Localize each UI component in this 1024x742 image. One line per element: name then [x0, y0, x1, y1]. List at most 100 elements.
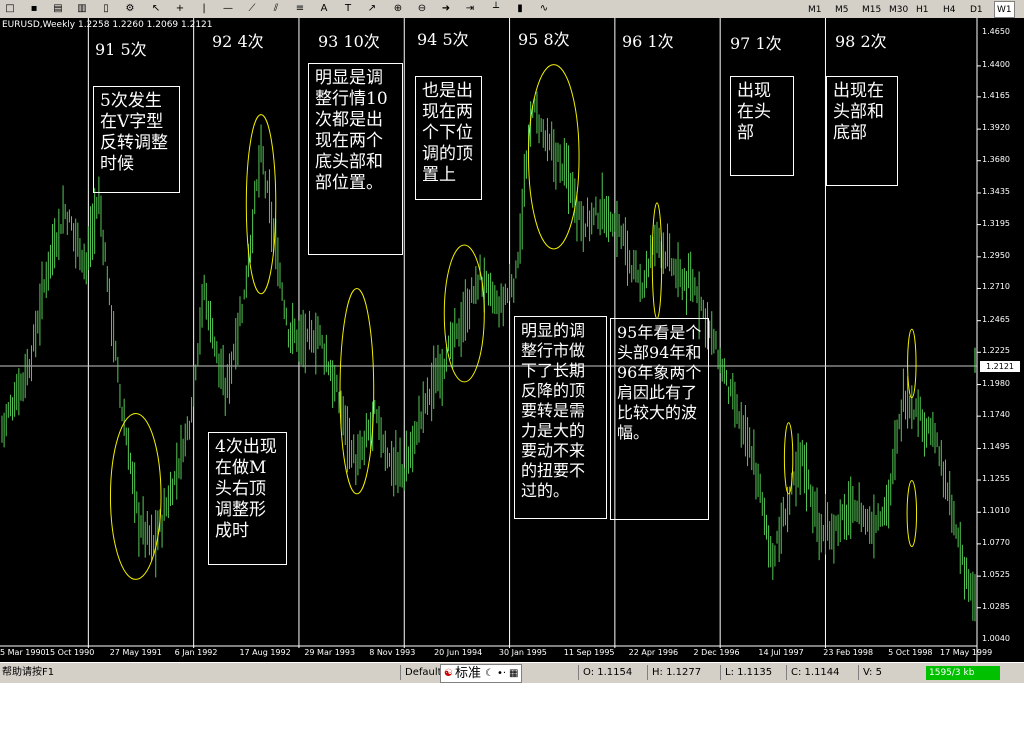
date-tick-label: 15 Oct 1990: [44, 648, 95, 657]
logo-badge[interactable]: ☯ 标准 ☾ •· ▦: [440, 664, 523, 683]
date-tick-label: 27 May 1991: [109, 648, 162, 657]
zoom-out-icon[interactable]: ⊖: [414, 1, 430, 16]
price-tick-label: 1.2710: [982, 282, 1010, 292]
ohlc-open: O: 1.1154: [578, 665, 632, 680]
price-tick-label: 1.4400: [982, 59, 1010, 69]
logo-text: 标准: [454, 666, 481, 681]
chart-title: EURUSD,Weekly 1.2258 1.2260 1.2069 1.212…: [2, 20, 213, 30]
timeframe-m15[interactable]: M15: [859, 1, 884, 18]
line-chart-icon[interactable]: ∿: [536, 1, 552, 16]
timeframe-h1[interactable]: H1: [913, 1, 932, 18]
price-tick-label: 1.1495: [982, 442, 1010, 452]
date-tick-label: 8 Nov 1993: [369, 648, 416, 657]
keyboard-icon: ▦: [509, 668, 519, 679]
price-tick-label: 1.3920: [982, 123, 1010, 133]
year-label-96: 96 1次: [622, 32, 674, 51]
label-icon[interactable]: T: [340, 1, 356, 16]
highlight-ellipse-0: [109, 413, 162, 580]
highlight-ellipse-6: [783, 422, 794, 495]
zoom-in-icon[interactable]: ⊕: [390, 1, 406, 16]
price-tick-label: 1.0040: [982, 634, 1010, 643]
year-label-97: 97 1次: [730, 34, 782, 53]
date-tick-label: 2 Dec 1996: [693, 648, 740, 657]
chart-shift-icon[interactable]: ⇥: [462, 1, 478, 16]
price-tick-label: 1.0285: [982, 601, 1010, 611]
annotation-note-91: 5次发生在V字型反转调整时候: [93, 86, 180, 193]
document-icon[interactable]: ▯: [98, 1, 114, 16]
highlight-ellipse-3: [443, 244, 485, 383]
ohlc-close: C: 1.1144: [786, 665, 840, 680]
price-tick-label: 1.0770: [982, 537, 1010, 547]
toolbar: □ ▪ ▤ ▥ ▯ ⚙ ↖ + | — ⟋ ⫽ ≡ A T ↗ ⊕ ⊖ ➜ ⇥ ┴ ▮ ∿ M1 M5 M15 M30 H1 H4 D1 W…: [0, 0, 1024, 19]
annotation-note-93: 明显是调整行情10次都是出现在两个底头部和部位置。: [308, 63, 403, 255]
timeframe-m30[interactable]: M30: [886, 1, 911, 18]
properties-icon[interactable]: ⚙: [122, 1, 138, 16]
price-tick-label: 1.3195: [982, 218, 1010, 228]
profile-name[interactable]: Default: [400, 665, 442, 680]
horizontal-line-icon[interactable]: —: [220, 1, 236, 16]
ohlc-high: H: 1.1277: [647, 665, 701, 680]
timeframe-w1[interactable]: W1: [994, 1, 1015, 18]
annotation-note-92: 4次出现在做M头右顶调整形成时: [208, 432, 287, 565]
punctuation-icon: •·: [496, 668, 507, 679]
fibonacci-icon[interactable]: ≡: [292, 1, 308, 16]
timeframe-h4[interactable]: H4: [940, 1, 959, 18]
arrow-icon[interactable]: ↗: [364, 1, 380, 16]
price-tick-label: 1.2950: [982, 250, 1010, 260]
connection-traffic: 1595/3 kb: [926, 666, 1000, 680]
save-icon[interactable]: ▪: [26, 1, 42, 16]
timeframe-m5[interactable]: M5: [832, 1, 852, 18]
date-tick-label: 17 May 1999: [940, 648, 993, 657]
price-tick-label: 1.1740: [982, 410, 1010, 420]
chart-area[interactable]: EURUSD,Weekly 1.2258 1.2260 1.2069 1.212…: [0, 18, 1024, 662]
bar-chart-icon[interactable]: ┴: [488, 1, 504, 16]
volume: V: 5: [858, 665, 882, 680]
price-tick-label: 1.2465: [982, 314, 1010, 324]
scroll-icon[interactable]: ➜: [438, 1, 454, 16]
year-label-98: 98 2次: [835, 32, 887, 51]
date-tick-label: 20 Jun 1994: [434, 648, 483, 657]
highlight-ellipse-2: [339, 287, 375, 495]
year-label-93: 93 10次: [318, 32, 380, 51]
ohlc-low: L: 1.1135: [720, 665, 772, 680]
text-icon[interactable]: A: [316, 1, 332, 16]
highlight-ellipse-5: [651, 202, 663, 320]
annotation-note-98: 出现在头部和底部: [826, 76, 898, 186]
price-tick-label: 1.2225: [982, 346, 1010, 356]
price-tick-label: 1.1255: [982, 474, 1010, 484]
candle-chart-icon[interactable]: ▮: [512, 1, 528, 16]
annotation-note-96: 95年看是个头部94年和96年象两个肩因此有了比较大的波幅。: [610, 318, 709, 520]
date-tick-label: 17 Aug 1992: [239, 648, 291, 657]
print-icon[interactable]: ▥: [74, 1, 90, 16]
date-tick-label: 23 Feb 1998: [823, 648, 874, 657]
timeframe-m1[interactable]: M1: [805, 1, 825, 18]
trendline-icon[interactable]: ⟋: [244, 1, 260, 16]
annotation-note-94: 也是出现在两个下位调的顶置上: [415, 76, 482, 200]
channel-icon[interactable]: ⫽: [268, 1, 284, 16]
crosshair-icon[interactable]: +: [172, 1, 188, 16]
vertical-line-icon[interactable]: |: [196, 1, 212, 16]
timeframe-d1[interactable]: D1: [967, 1, 986, 18]
year-label-91: 91 5次: [95, 40, 147, 59]
annotation-note-95: 明显的调整行市做下了长期反降的顶要转是需力是大的要动不来的扭要不过的。: [514, 316, 607, 519]
new-icon[interactable]: □: [2, 1, 18, 16]
price-tick-label: 1.1980: [982, 378, 1010, 388]
date-tick-label: 6 Jan 1992: [174, 648, 218, 657]
cursor-icon[interactable]: ↖: [148, 1, 164, 16]
moon-icon: ☾: [484, 668, 494, 679]
price-tick-label: 1.4165: [982, 90, 1010, 100]
help-text: 帮助请按F1: [2, 667, 55, 678]
year-label-95: 95 8次: [518, 30, 570, 49]
status-bar: 帮助请按F1 Default ☯ 标准 ☾ •· ▦ O: 1.1154 H: …: [0, 662, 1024, 683]
date-tick-label: 5 Mar 1990: [0, 648, 46, 657]
ime-icon: ☯: [444, 668, 453, 679]
date-tick-label: 14 Jul 1997: [758, 648, 804, 657]
current-price-label: 1.2121: [980, 360, 1020, 372]
price-tick-label: 1.1010: [982, 506, 1010, 516]
date-tick-label: 30 Jan 1995: [498, 648, 547, 657]
date-tick-label: 11 Sep 1995: [563, 648, 615, 657]
highlight-ellipse-8: [906, 480, 918, 548]
folder-icon[interactable]: ▤: [50, 1, 66, 16]
price-tick-label: 1.0525: [982, 570, 1010, 580]
year-label-94: 94 5次: [417, 30, 469, 49]
